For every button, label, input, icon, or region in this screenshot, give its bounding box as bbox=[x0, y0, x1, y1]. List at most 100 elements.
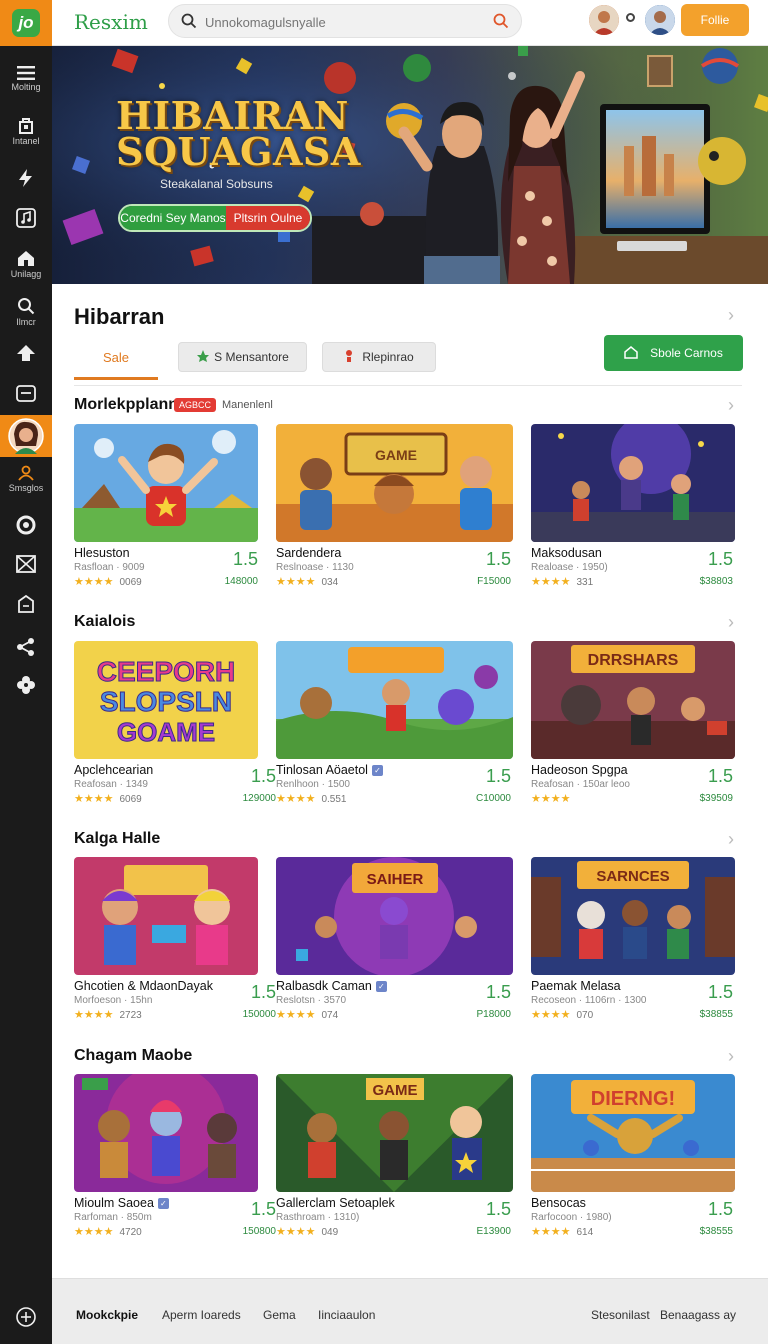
verified-icon: ✓ bbox=[371, 765, 383, 776]
svg-text:SARNCES: SARNCES bbox=[596, 868, 669, 885]
footer-link[interactable]: Aperm Ioareds bbox=[162, 1308, 241, 1322]
svg-text:GAME: GAME bbox=[375, 447, 417, 463]
game-thumbnail[interactable]: SARNCES bbox=[531, 857, 735, 975]
hero-cta[interactable]: Coredni Sey Manos Pltsrin Oulne bbox=[118, 204, 312, 232]
game-card[interactable]: SARNCES Paemak Melasa Recoseon · 1106rn … bbox=[531, 857, 735, 1047]
footer-link[interactable]: Iinciaaulon bbox=[318, 1308, 375, 1322]
sidebar-item-box[interactable] bbox=[0, 594, 52, 614]
search-input[interactable] bbox=[205, 12, 475, 32]
game-card[interactable]: DRRSHARS Hadeoson Spgpa Reafosan · 150ar… bbox=[531, 641, 735, 831]
sidebar-item-bolt[interactable] bbox=[0, 168, 52, 188]
sidebar-item-upload[interactable] bbox=[0, 344, 52, 362]
game-title: Ghcotien & MdaonDayak bbox=[74, 979, 213, 993]
sidebar-item-smsglos[interactable]: Smsglos bbox=[0, 465, 52, 493]
row-title: Morlekpplann bbox=[74, 396, 179, 413]
footer-link[interactable]: Stesonilast bbox=[591, 1308, 650, 1322]
sidebar-item-profile[interactable] bbox=[0, 415, 52, 457]
solo-games-button[interactable]: Sbole Carnos bbox=[604, 335, 743, 371]
game-thumbnail[interactable]: GAME bbox=[276, 1074, 513, 1192]
game-meta: Reslotsn · 3570 bbox=[276, 995, 347, 1006]
game-card[interactable]: SAIHER Ralbasdk Caman ✓ Reslotsn · 3570 ★… bbox=[276, 857, 513, 1047]
tab-mensantore[interactable]: S Mensantore bbox=[178, 342, 307, 372]
rating-stars: ★★★★ 6069 bbox=[74, 793, 142, 805]
sidebar-item-share[interactable] bbox=[0, 637, 52, 657]
rating-count: 2723 bbox=[119, 1010, 142, 1021]
sidebar-item-intanel[interactable]: Intanel bbox=[0, 116, 52, 146]
chevron-right-icon[interactable]: › bbox=[728, 612, 734, 633]
search-submit-icon[interactable] bbox=[493, 13, 509, 34]
mail-icon bbox=[16, 555, 36, 573]
footer-brand[interactable]: Mookckpie bbox=[76, 1308, 138, 1322]
game-price: 129000 bbox=[242, 793, 276, 804]
home-icon bbox=[624, 345, 638, 362]
rating-stars: ★★★★ 049 bbox=[276, 1226, 339, 1238]
game-card[interactable]: DIERNG! Bensocas Rarfocoon · 1980) ★★★★ 6… bbox=[531, 1074, 735, 1264]
game-score: 1.5 bbox=[250, 766, 276, 786]
game-price: $38555 bbox=[699, 1226, 733, 1237]
sidebar-item-music[interactable] bbox=[0, 208, 52, 228]
sidebar-item-add[interactable] bbox=[0, 1306, 52, 1328]
game-thumbnail[interactable]: DRRSHARS bbox=[531, 641, 735, 759]
game-thumbnail[interactable] bbox=[276, 641, 513, 759]
footer-link[interactable]: Benaagass ay bbox=[660, 1308, 736, 1322]
user-avatar[interactable] bbox=[589, 5, 619, 35]
game-score: 1.5 bbox=[707, 1199, 733, 1219]
game-card[interactable]: GAME Sardendera Reslnoase · 1130 ★★★★ 034… bbox=[276, 424, 513, 614]
sidebar-item-flower[interactable] bbox=[0, 675, 52, 695]
game-score: 1.5 bbox=[485, 982, 511, 1002]
game-score: 1.5 bbox=[485, 1199, 511, 1219]
leaf-icon bbox=[196, 349, 210, 366]
game-price: $38803 bbox=[699, 576, 733, 587]
game-card[interactable]: CEEPORH SLOPSLN GOAME Apclehcearian Reafos… bbox=[74, 641, 278, 831]
game-card[interactable]: Ghcotien & MdaonDayak Morfoeson · 15hn ★… bbox=[74, 857, 278, 1047]
flower-icon bbox=[16, 675, 36, 695]
sidebar-item-circle[interactable] bbox=[0, 515, 52, 535]
game-card[interactable]: Hlesuston Rasfloan · 9009 ★★★★ 0069 1.5 1… bbox=[74, 424, 278, 614]
game-card[interactable]: Maksodusan Realoase · 1950) ★★★★ 331 1.5 … bbox=[531, 424, 735, 614]
tab-rlepinrao[interactable]: Rlepinrao bbox=[322, 342, 436, 372]
sidebar-item-message[interactable] bbox=[0, 385, 52, 403]
hero-title-line2: SQUAGASA bbox=[116, 129, 361, 174]
game-score: 1.5 bbox=[232, 549, 258, 569]
game-card[interactable]: GAME Gallerclam Setoaplek Rasthroam · 13… bbox=[276, 1074, 513, 1264]
search-bar[interactable] bbox=[168, 4, 522, 38]
game-thumbnail[interactable] bbox=[74, 857, 258, 975]
chevron-right-icon[interactable]: › bbox=[728, 1046, 734, 1067]
flag-icon bbox=[344, 349, 354, 366]
game-meta: Reafosan · 150ar leoo bbox=[531, 779, 630, 790]
game-card[interactable]: Tinlosan Aöaetol ✓ Renlhoon · 1500 ★★★★ 0.… bbox=[276, 641, 513, 831]
brand-name[interactable]: Resxim bbox=[74, 10, 148, 34]
tab-sale[interactable]: Sale bbox=[74, 338, 158, 380]
sidebar-item-home[interactable]: Unilagg bbox=[0, 249, 52, 279]
game-thumbnail[interactable] bbox=[531, 424, 735, 542]
follow-button[interactable]: Follie bbox=[681, 4, 749, 36]
hero-subtitle: Steakalanal Sobsuns bbox=[160, 177, 273, 191]
hero-cta-primary[interactable]: Coredni Sey Manos bbox=[120, 206, 226, 230]
sidebar-item-label: Smsglos bbox=[8, 483, 44, 493]
game-thumbnail[interactable]: DIERNG! bbox=[531, 1074, 735, 1192]
game-thumbnail[interactable]: SAIHER bbox=[276, 857, 513, 975]
hero-cta-secondary[interactable]: Pltsrin Oulne bbox=[226, 206, 310, 230]
person-icon bbox=[17, 465, 35, 481]
game-score: 1.5 bbox=[250, 982, 276, 1002]
rating-stars: ★★★★ 2723 bbox=[74, 1009, 142, 1021]
sidebar-item-mail[interactable] bbox=[0, 555, 52, 573]
game-title: Sardendera bbox=[276, 546, 342, 560]
game-thumbnail[interactable] bbox=[74, 424, 258, 542]
game-thumbnail[interactable] bbox=[74, 1074, 258, 1192]
rating-count: 034 bbox=[321, 577, 339, 588]
chevron-right-icon[interactable]: › bbox=[728, 395, 734, 416]
sidebar-item-menu[interactable]: Molting bbox=[0, 66, 52, 92]
game-card[interactable]: Mioulm Saoea ✓ Rarfoman · 850m ★★★★ 4720 1… bbox=[74, 1074, 278, 1264]
footer-link[interactable]: Gema bbox=[263, 1308, 296, 1322]
sidebar-item-search[interactable]: Ilmcr bbox=[0, 297, 52, 327]
game-thumbnail[interactable]: GAME bbox=[276, 424, 513, 542]
hero-banner[interactable]: HIBAIRAN SQUAGASA Steakalanal Sobsuns Co… bbox=[52, 46, 768, 284]
rating-count: 070 bbox=[576, 1010, 594, 1021]
game-thumbnail[interactable]: CEEPORH SLOPSLN GOAME bbox=[74, 641, 258, 759]
sidebar-item-label: Unilagg bbox=[10, 269, 42, 279]
chevron-right-icon[interactable]: › bbox=[728, 829, 734, 850]
logo[interactable]: jo bbox=[0, 0, 52, 46]
friend-avatar[interactable] bbox=[645, 5, 675, 35]
chevron-right-icon[interactable]: › bbox=[728, 305, 734, 326]
